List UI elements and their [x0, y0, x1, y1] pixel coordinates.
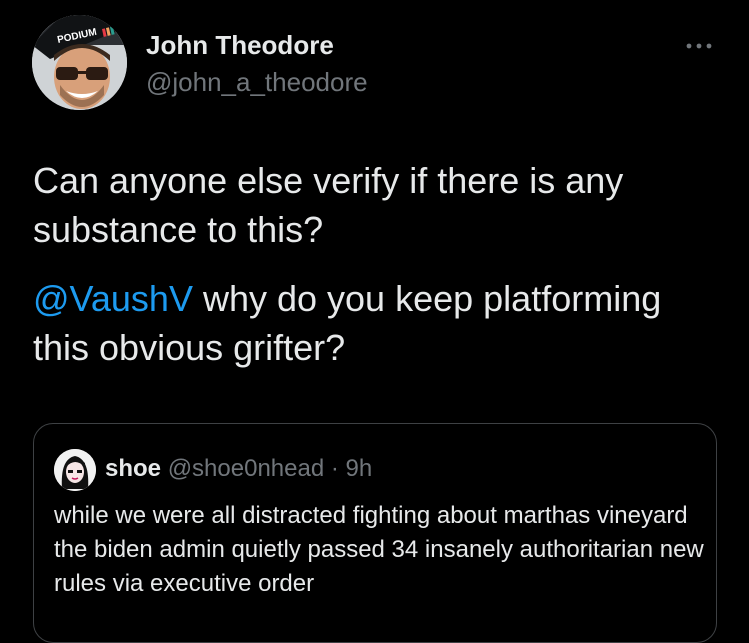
quoted-author-handle[interactable]: @shoe0nhead	[168, 455, 325, 482]
author-avatar[interactable]: PODIUM	[32, 15, 127, 110]
quoted-tweet-text: while we were all distracted fighting ab…	[54, 502, 704, 597]
quoted-separator: ·	[330, 455, 339, 482]
tweet-text-paragraph-1: Can anyone else verify if there is any s…	[33, 160, 624, 250]
quoted-timestamp[interactable]: 9h	[346, 455, 373, 482]
tweet-text-paragraph-2: @VaushV why do you keep platforming this…	[33, 274, 723, 372]
mention-link[interactable]: @VaushV	[33, 278, 193, 319]
quoted-author-avatar-drawing	[54, 449, 96, 491]
quoted-tweet-header: shoe @shoe0nhead · 9h	[105, 455, 372, 483]
quoted-author-avatar[interactable]	[54, 449, 96, 491]
author-handle[interactable]: @john_a_theodore	[146, 67, 368, 98]
author-name[interactable]: John Theodore	[146, 30, 334, 61]
tweet-text: Can anyone else verify if there is any s…	[33, 156, 723, 372]
author-avatar-photo: PODIUM	[32, 15, 127, 110]
more-options-button[interactable]	[683, 36, 715, 56]
tweet: PODIUM John Theodore @john_a_theodore Ca…	[0, 0, 749, 643]
quoted-tweet-card[interactable]: shoe @shoe0nhead · 9h while we were all …	[33, 423, 717, 643]
quoted-author-name[interactable]: shoe	[105, 455, 161, 482]
more-horizontal-icon	[686, 43, 712, 49]
